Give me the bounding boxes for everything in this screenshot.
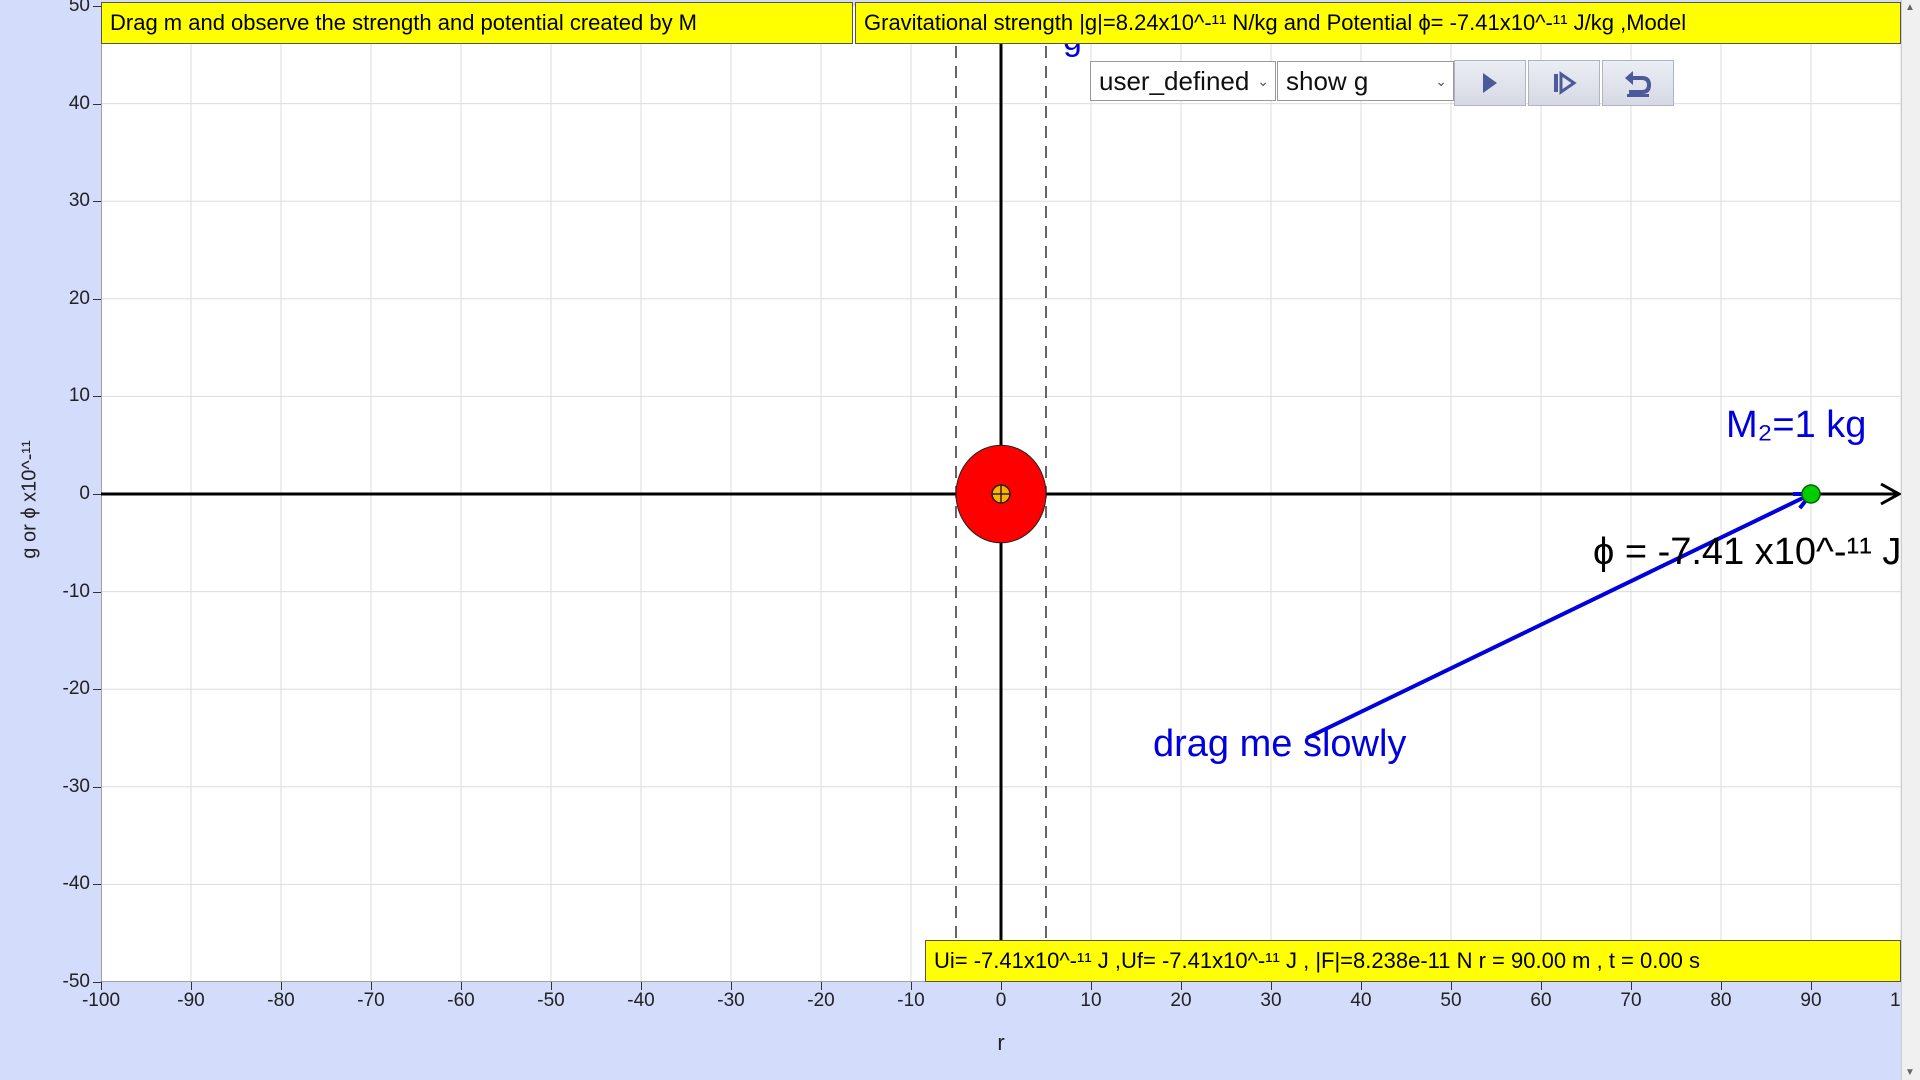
- x-tick-label: 70: [1620, 990, 1642, 1011]
- y-tick-mark: [93, 298, 101, 300]
- x-tick-mark: [911, 982, 912, 990]
- y-tick-label: 40: [68, 92, 90, 114]
- x-tick-label: -70: [357, 990, 385, 1011]
- x-tick-mark: [1721, 982, 1722, 990]
- x-tick-label: -80: [267, 990, 295, 1011]
- x-tick-label: -40: [627, 990, 655, 1011]
- x-tick-label: 40: [1350, 990, 1372, 1011]
- x-axis-label: r: [997, 1030, 1005, 1055]
- y-tick-mark: [93, 884, 101, 886]
- x-tick-mark: [1181, 982, 1182, 990]
- step-forward-button[interactable]: [1528, 60, 1600, 106]
- x-tick-mark: [1451, 982, 1452, 990]
- play-icon: [1483, 73, 1497, 93]
- y-axis-label: g or ϕ x10^-¹¹: [18, 440, 41, 559]
- x-tick-label: -90: [177, 990, 205, 1011]
- y-tick-label: -30: [62, 775, 90, 797]
- x-tick-mark: [551, 982, 552, 990]
- mode-select-value: user_defined: [1099, 66, 1250, 96]
- x-tick-label: -10: [897, 990, 925, 1011]
- x-tick-mark: [1091, 982, 1092, 990]
- x-tick-label: -30: [717, 990, 745, 1011]
- plot-canvas[interactable]: M₂=1 kg ϕ = -7.41 x10^-¹¹ J drag me slowly…: [101, 6, 1901, 982]
- y-tick-mark: [93, 396, 101, 398]
- x-tick-label: -60: [447, 990, 475, 1011]
- vertical-scrollbar[interactable]: ▲ ▼: [1901, 0, 1920, 1080]
- x-tick-mark: [1271, 982, 1272, 990]
- x-tick-mark: [731, 982, 732, 990]
- y-tick-mark: [93, 786, 101, 788]
- x-tick-mark: [281, 982, 282, 990]
- x-tick-mark: [191, 982, 192, 990]
- mass-label: M₂=1 kg: [1726, 404, 1866, 446]
- scroll-down-icon[interactable]: ▼: [1905, 1067, 1915, 1078]
- y-tick-label: 50: [68, 0, 90, 16]
- y-tick-label: -10: [62, 580, 90, 602]
- x-tick-label: 50: [1440, 990, 1462, 1011]
- energy-readout: Ui= -7.41x10^-¹¹ J ,Uf= -7.41x10^-¹¹ J ,…: [925, 940, 1901, 982]
- x-tick-label: 90: [1800, 990, 1822, 1011]
- x-tick-mark: [1631, 982, 1632, 990]
- strength-readout: Gravitational strength |g|=8.24x10^-¹¹ N…: [855, 2, 1901, 44]
- y-tick-label: 20: [68, 287, 90, 309]
- x-tick-mark: [1361, 982, 1362, 990]
- scroll-up-icon[interactable]: ▲: [1905, 2, 1915, 13]
- test-mass-handle[interactable]: [1801, 484, 1821, 504]
- x-tick-mark: [1811, 982, 1812, 990]
- show-select[interactable]: show g ⌄: [1277, 61, 1454, 101]
- step-forward-icon: [1554, 71, 1577, 95]
- y-tick-label: 0: [79, 483, 90, 504]
- x-tick-label: 0: [995, 990, 1007, 1011]
- y-tick-label: 10: [68, 385, 90, 407]
- x-tick-mark: [821, 982, 822, 990]
- x-tick-mark: [371, 982, 372, 990]
- show-select-value: show g: [1286, 66, 1369, 96]
- x-tick-mark: [1001, 982, 1002, 990]
- y-tick-mark: [93, 982, 101, 983]
- y-tick-mark: [93, 103, 101, 105]
- x-tick-mark: [461, 982, 462, 990]
- play-button[interactable]: [1454, 60, 1526, 106]
- x-tick-label: 20: [1170, 990, 1192, 1011]
- potential-label: ϕ = -7.41 x10^-¹¹ J: [1593, 531, 1901, 573]
- x-tick-label: 60: [1530, 990, 1552, 1011]
- instruction-banner: Drag m and observe the strength and pote…: [101, 2, 853, 44]
- reset-button[interactable]: [1602, 60, 1674, 106]
- y-tick-mark: [93, 6, 101, 7]
- y-tick-label: 30: [68, 190, 90, 212]
- y-tick-mark: [93, 689, 101, 691]
- chevron-down-icon: ⌄: [1435, 73, 1447, 89]
- mode-select[interactable]: user_defined ⌄: [1090, 61, 1276, 101]
- y-tick-mark: [93, 201, 101, 203]
- x-tick-label: -50: [537, 990, 565, 1011]
- x-tick-mark: [1541, 982, 1542, 990]
- x-tick-mark: [641, 982, 642, 990]
- y-tick-label: -40: [62, 873, 90, 895]
- y-tick-label: -20: [62, 678, 90, 700]
- x-tick-label: -100: [81, 990, 121, 1011]
- x-tick-label: 80: [1710, 990, 1732, 1011]
- y-tick-mark: [93, 591, 101, 593]
- chevron-down-icon: ⌄: [1257, 73, 1269, 89]
- x-tick-label: 30: [1260, 990, 1282, 1011]
- x-tick-mark: [101, 982, 102, 990]
- plot-area[interactable]: M₂=1 kg ϕ = -7.41 x10^-¹¹ J drag me slowly…: [101, 6, 1901, 982]
- x-tick-label: 10: [1080, 990, 1102, 1011]
- reset-icon: [1625, 71, 1652, 97]
- x-tick-label: -20: [807, 990, 835, 1011]
- drag-hint-label: drag me slowly: [1153, 723, 1406, 765]
- y-tick-mark: [93, 494, 101, 495]
